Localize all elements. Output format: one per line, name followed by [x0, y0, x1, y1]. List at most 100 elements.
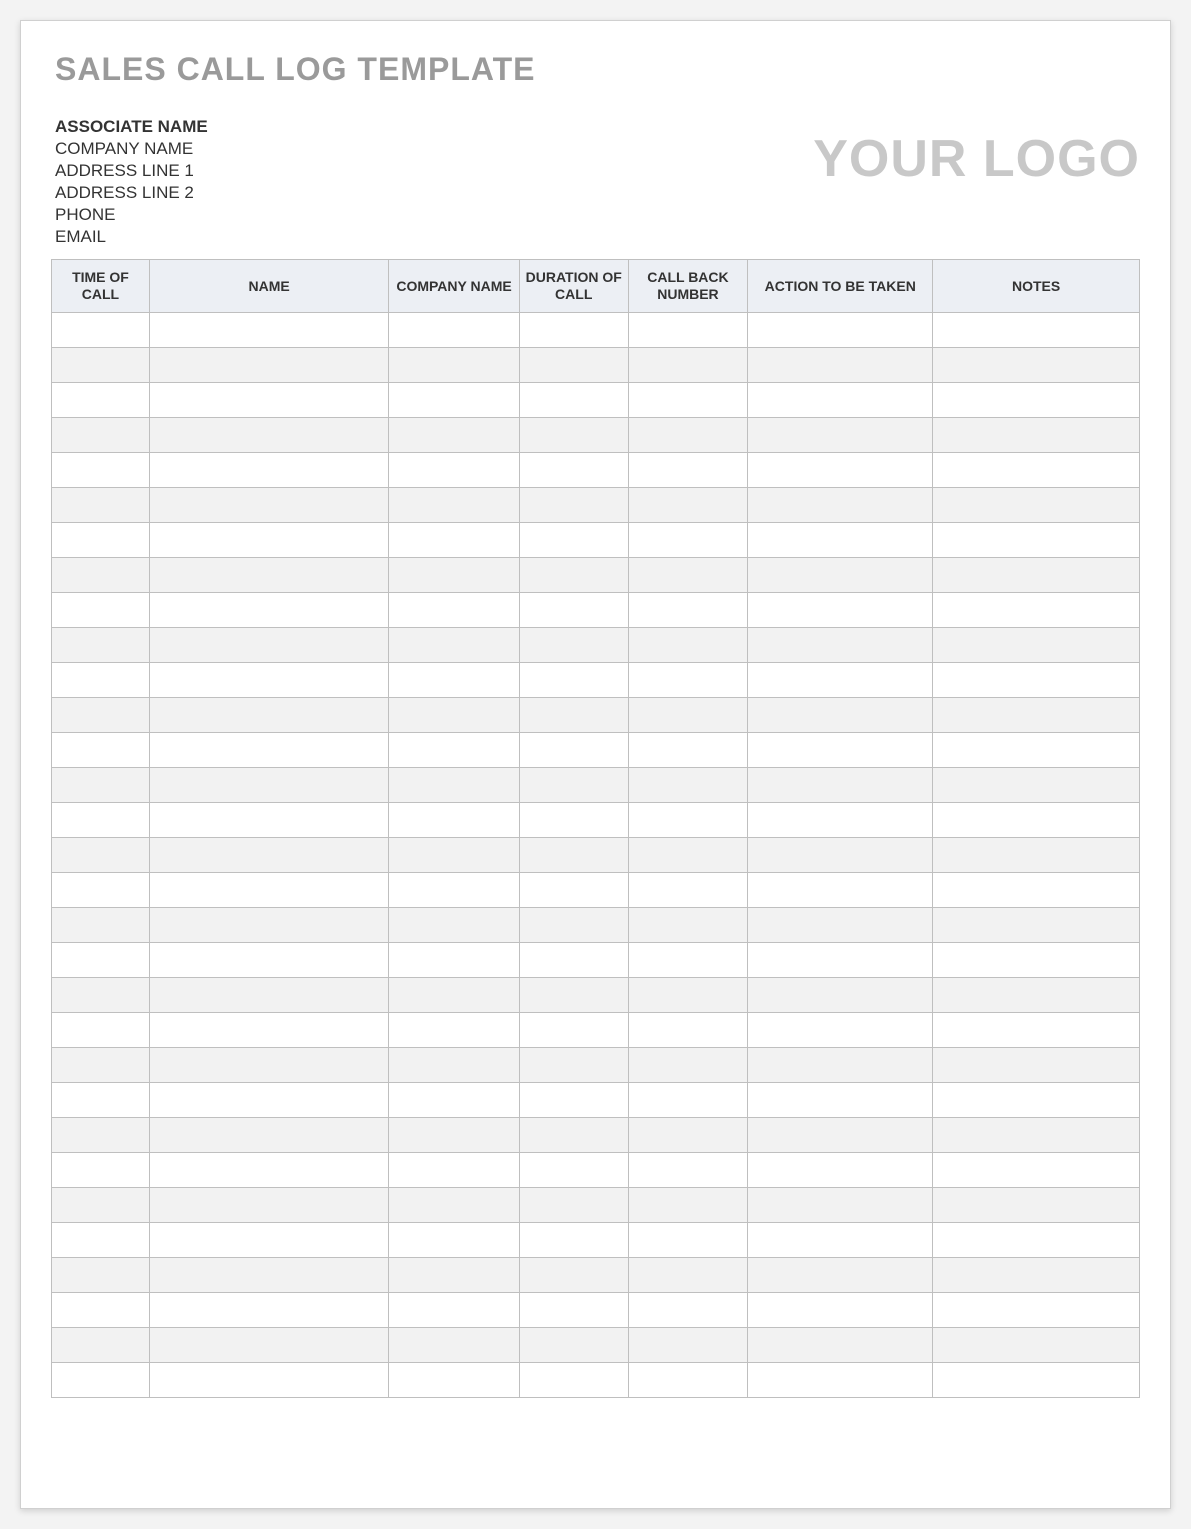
table-cell[interactable]	[149, 1257, 388, 1292]
table-cell[interactable]	[748, 942, 933, 977]
table-cell[interactable]	[748, 662, 933, 697]
table-cell[interactable]	[149, 627, 388, 662]
table-cell[interactable]	[519, 1292, 628, 1327]
table-cell[interactable]	[389, 1292, 520, 1327]
table-cell[interactable]	[149, 1292, 388, 1327]
table-cell[interactable]	[52, 1152, 150, 1187]
table-cell[interactable]	[389, 977, 520, 1012]
table-cell[interactable]	[149, 347, 388, 382]
table-cell[interactable]	[149, 557, 388, 592]
table-cell[interactable]	[389, 767, 520, 802]
table-cell[interactable]	[389, 382, 520, 417]
table-cell[interactable]	[748, 382, 933, 417]
table-cell[interactable]	[933, 627, 1140, 662]
table-cell[interactable]	[52, 872, 150, 907]
table-cell[interactable]	[519, 697, 628, 732]
table-cell[interactable]	[748, 1362, 933, 1397]
table-cell[interactable]	[149, 1327, 388, 1362]
table-cell[interactable]	[389, 907, 520, 942]
table-cell[interactable]	[389, 1222, 520, 1257]
table-cell[interactable]	[748, 1187, 933, 1222]
table-cell[interactable]	[52, 592, 150, 627]
table-cell[interactable]	[519, 802, 628, 837]
table-cell[interactable]	[933, 417, 1140, 452]
table-cell[interactable]	[52, 802, 150, 837]
table-cell[interactable]	[389, 942, 520, 977]
table-cell[interactable]	[52, 1082, 150, 1117]
table-cell[interactable]	[52, 697, 150, 732]
table-cell[interactable]	[52, 1362, 150, 1397]
table-cell[interactable]	[52, 1257, 150, 1292]
table-cell[interactable]	[519, 452, 628, 487]
table-cell[interactable]	[628, 907, 748, 942]
table-cell[interactable]	[389, 872, 520, 907]
table-cell[interactable]	[748, 1257, 933, 1292]
table-cell[interactable]	[933, 802, 1140, 837]
table-cell[interactable]	[519, 907, 628, 942]
table-cell[interactable]	[748, 592, 933, 627]
table-cell[interactable]	[52, 382, 150, 417]
table-cell[interactable]	[519, 1012, 628, 1047]
table-cell[interactable]	[933, 1117, 1140, 1152]
table-cell[interactable]	[389, 837, 520, 872]
table-cell[interactable]	[52, 977, 150, 1012]
table-cell[interactable]	[748, 522, 933, 557]
table-cell[interactable]	[389, 1257, 520, 1292]
table-cell[interactable]	[628, 1187, 748, 1222]
table-cell[interactable]	[933, 522, 1140, 557]
table-cell[interactable]	[149, 522, 388, 557]
table-cell[interactable]	[52, 452, 150, 487]
table-cell[interactable]	[389, 802, 520, 837]
table-cell[interactable]	[748, 1117, 933, 1152]
table-cell[interactable]	[149, 1222, 388, 1257]
table-cell[interactable]	[519, 557, 628, 592]
table-cell[interactable]	[389, 1082, 520, 1117]
table-cell[interactable]	[519, 627, 628, 662]
table-cell[interactable]	[748, 627, 933, 662]
table-cell[interactable]	[389, 662, 520, 697]
table-cell[interactable]	[52, 732, 150, 767]
table-cell[interactable]	[519, 837, 628, 872]
table-cell[interactable]	[389, 557, 520, 592]
table-cell[interactable]	[519, 487, 628, 522]
table-cell[interactable]	[149, 837, 388, 872]
table-cell[interactable]	[519, 662, 628, 697]
table-cell[interactable]	[628, 1257, 748, 1292]
table-cell[interactable]	[519, 1152, 628, 1187]
table-cell[interactable]	[389, 1362, 520, 1397]
table-cell[interactable]	[748, 1222, 933, 1257]
table-cell[interactable]	[149, 1047, 388, 1082]
table-cell[interactable]	[149, 1012, 388, 1047]
table-cell[interactable]	[389, 1117, 520, 1152]
table-cell[interactable]	[628, 522, 748, 557]
table-cell[interactable]	[52, 627, 150, 662]
table-cell[interactable]	[52, 1117, 150, 1152]
table-cell[interactable]	[149, 907, 388, 942]
table-cell[interactable]	[628, 942, 748, 977]
table-cell[interactable]	[389, 417, 520, 452]
table-cell[interactable]	[748, 1012, 933, 1047]
table-cell[interactable]	[748, 347, 933, 382]
table-cell[interactable]	[52, 1327, 150, 1362]
table-cell[interactable]	[628, 697, 748, 732]
table-cell[interactable]	[628, 1012, 748, 1047]
table-cell[interactable]	[933, 837, 1140, 872]
table-cell[interactable]	[149, 382, 388, 417]
table-cell[interactable]	[933, 557, 1140, 592]
table-cell[interactable]	[748, 452, 933, 487]
table-cell[interactable]	[149, 417, 388, 452]
table-cell[interactable]	[748, 1152, 933, 1187]
table-cell[interactable]	[748, 872, 933, 907]
table-cell[interactable]	[628, 627, 748, 662]
table-cell[interactable]	[933, 662, 1140, 697]
table-cell[interactable]	[519, 592, 628, 627]
table-cell[interactable]	[149, 1082, 388, 1117]
table-cell[interactable]	[519, 1362, 628, 1397]
table-cell[interactable]	[933, 1187, 1140, 1222]
table-cell[interactable]	[519, 977, 628, 1012]
table-cell[interactable]	[149, 1152, 388, 1187]
table-cell[interactable]	[519, 1117, 628, 1152]
table-cell[interactable]	[628, 1292, 748, 1327]
table-cell[interactable]	[519, 347, 628, 382]
table-cell[interactable]	[149, 592, 388, 627]
